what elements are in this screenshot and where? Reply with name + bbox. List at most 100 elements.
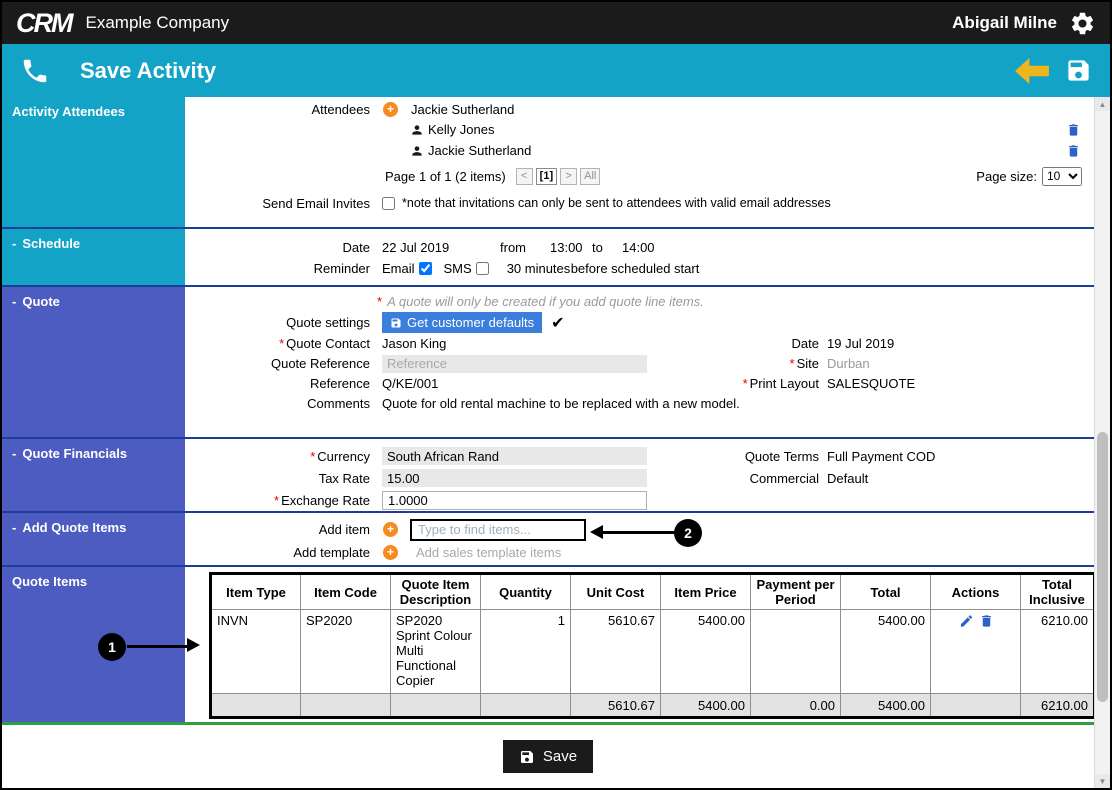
collapse-icon[interactable]: - [12,446,16,461]
add-template-input[interactable] [416,545,646,560]
from-label: from [500,240,550,255]
table-header-row: Item Type Item Code Quote Item Descripti… [211,574,1095,610]
collapse-icon[interactable]: - [12,294,16,309]
cell-unit-cost: 5610.67 [571,610,661,694]
totals-empty [481,694,571,718]
pagination-summary: Page 1 of 1 (2 items) [385,169,506,184]
sidebar-label-quote-financials: Quote Financials [22,446,127,461]
quote-reference-input [382,355,647,373]
sidebar-quote-financials[interactable]: -Quote Financials [2,439,185,511]
sms-reminder-label: SMS [444,261,472,276]
back-button[interactable] [1015,58,1049,84]
toolbar-actions [1015,57,1092,84]
save-toolbar-button[interactable] [1065,57,1092,84]
email-reminder-checkbox[interactable] [419,262,432,275]
date-label: Date [185,240,377,255]
required-marker: * [743,376,748,391]
comments-label: Comments [185,396,377,411]
company-name: Example Company [86,13,230,33]
schedule-body: Date 22 Jul 2019 from 13:00 to 14:00 Rem… [185,229,1094,285]
required-marker: * [310,449,315,464]
quote-date-label: Date [696,336,826,351]
reminder-minutes-suffix: before scheduled start [571,261,700,276]
currency-input [382,447,647,465]
page-size-select[interactable]: 10 [1042,167,1082,186]
settings-gear-icon[interactable] [1069,10,1096,37]
field-value [377,355,696,373]
tax-rate-row: Tax Rate Commercial Default [185,468,1094,488]
find-items-input[interactable] [410,519,586,541]
sidebar-activity-attendees[interactable]: Activity Attendees [2,97,185,227]
add-item-row: Add item + [185,518,1094,541]
delete-item-icon[interactable] [979,613,994,629]
print-layout-value[interactable]: SALESQUOTE [826,376,1094,391]
cell-payment-per-period [751,610,841,694]
send-email-invites-label: Send Email Invites [185,196,377,211]
save-button[interactable]: Save [503,740,593,773]
annotation-step1-arrow-line [127,645,187,648]
start-time-value[interactable]: 13:00 [550,240,592,255]
edit-item-icon[interactable] [959,613,974,629]
vertical-scrollbar[interactable]: ▲ ▼ [1094,97,1110,788]
totals-payment-per-period: 0.00 [751,694,841,718]
attendees-add-row: Attendees + Jackie Sutherland [185,99,1094,119]
exchange-rate-input[interactable] [382,491,647,510]
currency-label: *Currency [185,449,377,464]
annotation-step2-badge: 2 [674,519,702,547]
add-template-icon[interactable]: + [383,545,398,560]
required-marker: * [279,336,284,351]
scroll-down-arrow-icon[interactable]: ▼ [1095,774,1110,788]
quote-date-value[interactable]: 19 Jul 2019 [826,336,1094,351]
scrollbar-thumb[interactable] [1097,432,1108,702]
scroll-up-arrow-icon[interactable]: ▲ [1095,97,1110,111]
quote-note: A quote will only be created if you add … [387,294,704,309]
crm-app-window: CRM Example Company Abigail Milne Save A… [0,0,1112,790]
collapse-icon[interactable]: - [12,236,16,251]
currency-row: *Currency Quote Terms Full Payment COD [185,446,1094,466]
commercial-value[interactable]: Default [826,471,1094,486]
sidebar-label-add-quote-items: Add Quote Items [22,520,126,535]
pagination-current-page[interactable]: [1] [536,168,557,185]
financials-body: *Currency Quote Terms Full Payment COD T… [185,439,1094,511]
sidebar-label-activity-attendees: Activity Attendees [12,104,125,119]
col-total-inclusive: Total Inclusive [1021,574,1095,610]
attendee-selected-name[interactable]: Jackie Sutherland [411,102,514,117]
quote-item-row: INVN SP2020 SP2020 Sprint Colour Multi F… [211,610,1095,694]
reminder-minutes-value[interactable]: 30 minutes [507,261,571,276]
crm-logo: CRM [16,8,72,39]
col-quantity: Quantity [481,574,571,610]
get-customer-defaults-button[interactable]: Get customer defaults [382,312,542,333]
collapse-icon[interactable]: - [12,520,16,535]
field-value [377,447,696,465]
quote-terms-value[interactable]: Full Payment COD [826,449,1094,464]
send-email-invites-checkbox[interactable] [382,197,395,210]
sms-reminder-checkbox[interactable] [476,262,489,275]
comments-value[interactable]: Quote for old rental machine to be repla… [377,396,1094,411]
page-footer: Save [2,725,1094,788]
totals-total-inclusive: 6210.00 [1021,694,1095,718]
required-marker: * [377,294,382,309]
delete-attendee-icon[interactable] [1066,143,1081,159]
delete-attendee-icon[interactable] [1066,122,1081,138]
pagination-next-button[interactable]: > [560,168,577,185]
reference-value[interactable]: Q/KE/001 [377,376,696,391]
add-attendee-icon[interactable]: + [383,102,398,117]
pagination-all-button[interactable]: All [580,168,600,185]
sidebar-label-quote: Quote [22,294,60,309]
quote-contact-value[interactable]: Jason King [377,336,696,351]
annotation-step2-arrow-line [603,531,674,534]
date-value[interactable]: 22 Jul 2019 [382,240,500,255]
email-reminder-label: Email [382,261,415,276]
field-value [377,491,1094,510]
sidebar-schedule[interactable]: -Schedule [2,229,185,285]
sidebar-add-quote-items[interactable]: -Add Quote Items [2,513,185,565]
pagination-prev-button[interactable]: < [516,168,533,185]
end-time-value[interactable]: 14:00 [622,240,655,255]
phone-activity-icon [20,56,50,86]
totals-empty [211,694,301,718]
sidebar-quote[interactable]: -Quote [2,287,185,437]
to-label: to [592,240,622,255]
add-item-icon[interactable]: + [383,522,398,537]
user-name[interactable]: Abigail Milne [952,13,1057,33]
attendees-pagination: Page 1 of 1 (2 items) < [1] > All Page s… [185,166,1094,186]
